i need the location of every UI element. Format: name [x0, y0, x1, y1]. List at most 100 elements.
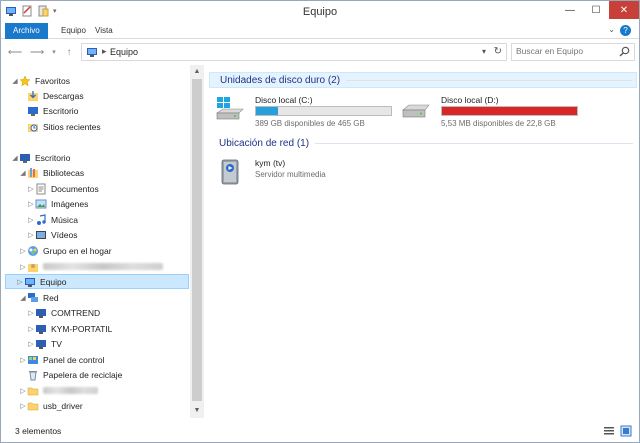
window-controls: — ☐ ✕: [557, 1, 639, 19]
tree-label: Red: [43, 292, 59, 303]
tree-item-escritorio[interactable]: ◢ Escritorio: [11, 150, 199, 165]
tab-archivo[interactable]: Archivo: [5, 23, 48, 39]
forward-arrow-icon: ⟶: [29, 46, 45, 58]
navigation-scrollbar[interactable]: ▲ ▼: [190, 65, 204, 418]
tree-label: COMTREND: [51, 307, 101, 318]
drive-usage-fill: [442, 107, 577, 115]
star-icon: [19, 74, 31, 86]
tree-item-user-folder[interactable]: ▷: [19, 259, 204, 274]
navigation-bar: ⟵ ⟶ ▾ ↑ ▸ Equipo ▾ ↻: [1, 40, 639, 64]
collapse-arrow-icon[interactable]: ▷: [16, 278, 24, 286]
scroll-down-icon[interactable]: ▼: [190, 404, 204, 418]
tree-item-usb-driver[interactable]: ▷ usb_driver: [19, 398, 204, 413]
tree-label: Sitios recientes: [43, 121, 101, 132]
collapse-arrow-icon[interactable]: ▷: [19, 356, 27, 364]
collapse-arrow-icon[interactable]: ▷: [19, 263, 27, 271]
tree-item-documentos[interactable]: ▷ Documentos: [27, 181, 204, 196]
tree-item-bibliotecas[interactable]: ◢ Bibliotecas: [19, 165, 204, 180]
tree-item-grupo-hogar[interactable]: ▷ Grupo en el hogar: [19, 243, 204, 258]
tree-item-comtrend[interactable]: ▷ COMTREND: [27, 305, 204, 320]
refresh-icon[interactable]: ↻: [494, 46, 502, 57]
collapse-arrow-icon[interactable]: ▷: [19, 247, 27, 255]
folder-icon: [27, 402, 39, 410]
collapse-arrow-icon[interactable]: ▷: [27, 325, 35, 333]
details-view-icon[interactable]: [603, 425, 615, 437]
group-header-drives[interactable]: Unidades de disco duro (2): [209, 72, 637, 88]
help-icon[interactable]: ?: [620, 25, 631, 36]
tree-label: KYM-PORTATIL: [51, 323, 113, 334]
drive-usage-bar: [441, 106, 578, 116]
address-bar[interactable]: ▸ Equipo ▾ ↻: [81, 43, 507, 61]
network-location-type: Servidor multimedia: [255, 170, 326, 179]
tree-item-musica[interactable]: ▷ Música: [27, 212, 204, 227]
tree-item-sitios-recientes[interactable]: Sitios recientes: [19, 119, 204, 134]
recent-locations-button[interactable]: ▾: [49, 44, 59, 60]
tree-item-videos[interactable]: ▷ Vídeos: [27, 227, 204, 242]
maximize-button[interactable]: ☐: [583, 1, 609, 19]
large-icons-view-icon[interactable]: [620, 425, 632, 437]
collapse-arrow-icon[interactable]: ▷: [27, 340, 35, 348]
redacted-user-name: [43, 263, 163, 270]
expand-arrow-icon[interactable]: ◢: [11, 154, 19, 162]
music-icon: [37, 213, 46, 225]
tree-item-panel-control[interactable]: ▷ Panel de control: [19, 352, 204, 367]
drive-free-space: 389 GB disponibles de 465 GB: [255, 119, 365, 128]
search-icon[interactable]: [619, 46, 630, 57]
tree-label: Panel de control: [43, 354, 105, 365]
expand-arrow-icon[interactable]: ◢: [11, 77, 19, 85]
search-input[interactable]: [516, 46, 616, 56]
tree-item-papelera[interactable]: Papelera de reciclaje: [19, 367, 204, 382]
item-count: 3 elementos: [15, 426, 62, 436]
scroll-thumb[interactable]: [192, 79, 202, 401]
expand-arrow-icon[interactable]: ◢: [19, 169, 27, 177]
drive-name: Disco local (D:): [441, 95, 499, 105]
tree-label: TV: [51, 338, 62, 349]
network-location-item[interactable]: kym (tv) Servidor multimedia: [215, 158, 395, 192]
tree-item-kym-portatil[interactable]: ▷ KYM-PORTATIL: [27, 321, 204, 336]
tab-vista[interactable]: Vista: [87, 23, 121, 39]
collapse-arrow-icon[interactable]: ▷: [27, 200, 35, 208]
tree-item-imagenes[interactable]: ▷ Imágenes: [27, 196, 204, 211]
group-header-network[interactable]: Ubicación de red (1): [209, 135, 637, 151]
desktop-icon: [28, 106, 38, 116]
scroll-up-icon[interactable]: ▲: [190, 65, 204, 79]
tree-item-escritorio-fav[interactable]: Escritorio: [19, 103, 204, 118]
back-button[interactable]: ⟵: [7, 44, 23, 60]
collapse-arrow-icon[interactable]: ▷: [27, 185, 35, 193]
tree-item-equipo[interactable]: ▷ Equipo: [5, 274, 189, 289]
collapse-arrow-icon[interactable]: ▷: [19, 402, 27, 410]
expand-ribbon-icon[interactable]: ⌄: [608, 25, 615, 34]
folder-icon: [27, 387, 39, 395]
tree-label: Imágenes: [51, 198, 89, 209]
collapse-arrow-icon[interactable]: ▷: [27, 309, 35, 317]
title-bar: ▾ Equipo — ☐ ✕: [1, 1, 639, 23]
tree-item-redacted-folder[interactable]: ▷: [19, 383, 204, 398]
forward-button[interactable]: ⟶: [29, 44, 45, 60]
breadcrumb-separator[interactable]: ▸: [102, 46, 107, 57]
search-box[interactable]: [511, 43, 635, 61]
collapse-arrow-icon[interactable]: ▷: [27, 231, 35, 239]
tree-item-tv[interactable]: ▷ TV: [27, 336, 204, 351]
chevron-down-icon: ▾: [52, 49, 56, 56]
tree-item-descargas[interactable]: Descargas: [19, 88, 204, 103]
tree-item-red[interactable]: ◢ Red: [19, 290, 204, 305]
minimize-button[interactable]: —: [557, 1, 583, 19]
collapse-arrow-icon[interactable]: ▷: [27, 216, 35, 224]
breadcrumb-equipo[interactable]: Equipo: [110, 47, 138, 57]
tree-label: Descargas: [43, 90, 84, 101]
collapse-arrow-icon[interactable]: ▷: [19, 387, 27, 395]
downloads-icon: [28, 90, 38, 101]
address-dropdown-icon[interactable]: ▾: [482, 47, 486, 56]
content-pane: Unidades de disco duro (2) Disco local (…: [207, 65, 639, 418]
recycle-bin-icon: [29, 370, 37, 380]
videos-icon: [36, 230, 46, 239]
network-computer-icon: [36, 324, 46, 334]
tree-label: Bibliotecas: [43, 167, 85, 178]
expand-arrow-icon[interactable]: ◢: [19, 294, 27, 302]
up-button[interactable]: ↑: [63, 44, 75, 60]
close-button[interactable]: ✕: [609, 1, 639, 19]
back-arrow-icon: ⟵: [7, 46, 23, 58]
drive-item-d[interactable]: Disco local (D:) 5,53 MB disponibles de …: [401, 95, 581, 129]
drive-item-c[interactable]: Disco local (C:) 389 GB disponibles de 4…: [215, 95, 395, 129]
tree-item-favorites[interactable]: ◢ Favoritos: [11, 73, 199, 88]
